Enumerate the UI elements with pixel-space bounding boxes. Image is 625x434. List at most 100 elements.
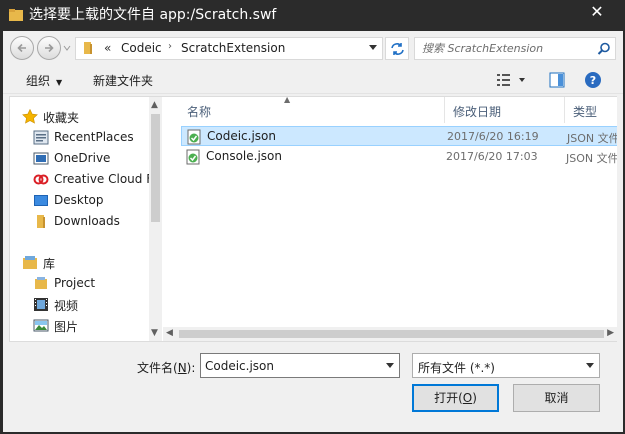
filename-label: 文件名(N): bbox=[137, 359, 195, 376]
navpane-scrollbar[interactable]: ▲ ▼ bbox=[149, 97, 162, 341]
folder-icon bbox=[84, 42, 92, 54]
help-icon[interactable]: ? bbox=[584, 71, 602, 89]
preview-pane-icon[interactable] bbox=[549, 72, 565, 88]
recent-places-icon bbox=[33, 130, 49, 145]
change-view-icon[interactable] bbox=[497, 73, 525, 87]
column-headers: ▲ 名称 修改日期 类型 bbox=[163, 97, 617, 123]
json-file-icon bbox=[186, 149, 200, 165]
search-input[interactable] bbox=[415, 38, 595, 59]
breadcrumb-codeic[interactable]: Codeic bbox=[121, 41, 162, 55]
breadcrumb-scratchextension[interactable]: ScratchExtension bbox=[181, 41, 285, 55]
nav-item-label: Downloads bbox=[54, 214, 120, 228]
close-button[interactable]: ✕ bbox=[577, 0, 617, 24]
filename-label-end: ): bbox=[186, 361, 196, 375]
organize-label: 组织 bbox=[26, 74, 51, 88]
file-dialog: « Codeic › ScratchExtension 组织 ▼ 新建文件夹 bbox=[3, 31, 623, 432]
chevron-down-icon[interactable] bbox=[386, 363, 394, 369]
column-date-label: 修改日期 bbox=[453, 105, 502, 119]
cancel-button[interactable]: 取消 bbox=[513, 384, 600, 412]
organize-menu-button[interactable]: 组织 ▼ bbox=[26, 72, 62, 89]
address-overflow-button[interactable]: « bbox=[104, 41, 111, 55]
nav-downloads[interactable]: Downloads bbox=[10, 211, 150, 232]
nav-item-label: OneDrive bbox=[54, 151, 111, 165]
filename-hotkey: N bbox=[177, 361, 187, 375]
command-bar: 组织 ▼ 新建文件夹 ? bbox=[3, 65, 623, 94]
scrollbar-thumb[interactable] bbox=[151, 114, 160, 222]
scroll-down-icon[interactable]: ▼ bbox=[151, 328, 158, 338]
nav-item-label: Desktop bbox=[54, 193, 104, 207]
open-hotkey: O bbox=[462, 391, 473, 405]
open-button[interactable]: 打开(O) bbox=[412, 384, 499, 412]
caret-down-icon: ▼ bbox=[56, 78, 63, 87]
open-label: 打开( bbox=[434, 391, 463, 405]
nav-recentplaces[interactable]: RecentPlaces bbox=[10, 127, 150, 148]
column-type-label: 类型 bbox=[573, 105, 598, 119]
library-icon bbox=[35, 277, 47, 289]
arrow-right-icon bbox=[45, 43, 54, 53]
nav-project[interactable]: Project bbox=[10, 273, 150, 294]
nav-item-label: Creative Cloud F bbox=[54, 172, 150, 186]
nav-item-label: 收藏夹 bbox=[43, 111, 80, 125]
nav-desktop[interactable]: Desktop bbox=[10, 190, 150, 211]
library-icon bbox=[23, 256, 37, 269]
file-row-codeic[interactable]: Codeic.json 2017/6/20 16:19 JSON 文件 bbox=[181, 126, 617, 146]
file-name: Console.json bbox=[206, 149, 282, 163]
column-header-type[interactable]: 类型 bbox=[565, 97, 617, 123]
scroll-left-icon[interactable]: ◀ bbox=[166, 328, 173, 338]
nav-onedrive[interactable]: OneDrive bbox=[10, 148, 150, 169]
nav-creative-cloud[interactable]: Creative Cloud F bbox=[10, 169, 150, 190]
sort-ascending-icon: ▲ bbox=[284, 97, 291, 104]
new-folder-button[interactable]: 新建文件夹 bbox=[93, 72, 153, 89]
filename-combobox[interactable] bbox=[200, 353, 400, 378]
nav-videos[interactable]: 视频 bbox=[10, 294, 150, 315]
scroll-right-icon[interactable]: ▶ bbox=[607, 328, 614, 338]
filename-input[interactable] bbox=[201, 354, 379, 377]
svg-text:?: ? bbox=[590, 74, 596, 87]
filelist-scrollbar[interactable]: ◀ ▶ bbox=[163, 327, 617, 341]
chevron-down-icon[interactable] bbox=[369, 45, 377, 51]
chevron-down-icon[interactable] bbox=[586, 363, 594, 369]
forward-button[interactable] bbox=[37, 36, 61, 60]
nav-item-label: 图片 bbox=[54, 320, 79, 334]
file-type: JSON 文件 bbox=[567, 132, 617, 145]
nav-libraries[interactable]: 库 bbox=[10, 252, 150, 273]
refresh-button[interactable] bbox=[385, 37, 409, 60]
nav-pictures[interactable]: 图片 bbox=[10, 315, 150, 336]
title-bar: 选择要上载的文件自 app:/Scratch.swf ✕ bbox=[0, 0, 625, 31]
nav-item-label: Project bbox=[54, 276, 96, 290]
scrollbar-thumb[interactable] bbox=[179, 330, 604, 338]
onedrive-icon bbox=[33, 152, 49, 165]
window-title: 选择要上载的文件自 app:/Scratch.swf bbox=[29, 7, 277, 23]
nav-item-label: 库 bbox=[43, 257, 56, 271]
pictures-icon bbox=[33, 319, 49, 332]
column-header-name[interactable]: ▲ 名称 bbox=[163, 97, 445, 123]
nav-item-label: RecentPlaces bbox=[54, 130, 134, 144]
star-icon bbox=[22, 109, 38, 124]
file-date: 2017/6/20 16:19 bbox=[447, 130, 539, 143]
breadcrumb-separator[interactable]: › bbox=[168, 41, 172, 52]
file-type: JSON 文件 bbox=[566, 152, 617, 165]
address-bar[interactable]: « Codeic › ScratchExtension bbox=[75, 37, 383, 60]
browser-area: 收藏夹 RecentPlaces OneDrive Creative Cloud… bbox=[9, 96, 617, 342]
arrow-left-icon bbox=[17, 43, 26, 53]
recent-locations-dropdown-icon[interactable] bbox=[63, 44, 71, 52]
json-file-icon bbox=[187, 129, 201, 145]
search-icon[interactable] bbox=[597, 42, 611, 56]
video-icon bbox=[34, 298, 48, 311]
refresh-icon bbox=[391, 43, 404, 55]
file-list: ▲ 名称 修改日期 类型 Codeic.json 2017/6/20 16:19… bbox=[163, 97, 617, 341]
file-name: Codeic.json bbox=[207, 129, 276, 143]
filetype-value: 所有文件 (*.*) bbox=[418, 361, 495, 375]
file-row-console[interactable]: Console.json 2017/6/20 17:03 JSON 文件 bbox=[181, 147, 617, 167]
scroll-up-icon[interactable]: ▲ bbox=[151, 100, 158, 110]
nav-favorites[interactable]: 收藏夹 bbox=[10, 106, 150, 127]
filetype-select[interactable]: 所有文件 (*.*) bbox=[412, 353, 600, 378]
back-button[interactable] bbox=[10, 36, 34, 60]
search-box[interactable] bbox=[414, 37, 616, 60]
desktop-icon bbox=[34, 195, 48, 206]
folder-icon bbox=[37, 215, 45, 228]
column-header-date[interactable]: 修改日期 bbox=[445, 97, 565, 123]
filename-label-text: 文件名( bbox=[137, 361, 178, 375]
navigation-pane: 收藏夹 RecentPlaces OneDrive Creative Cloud… bbox=[10, 97, 162, 341]
navigation-bar: « Codeic › ScratchExtension bbox=[3, 31, 623, 63]
